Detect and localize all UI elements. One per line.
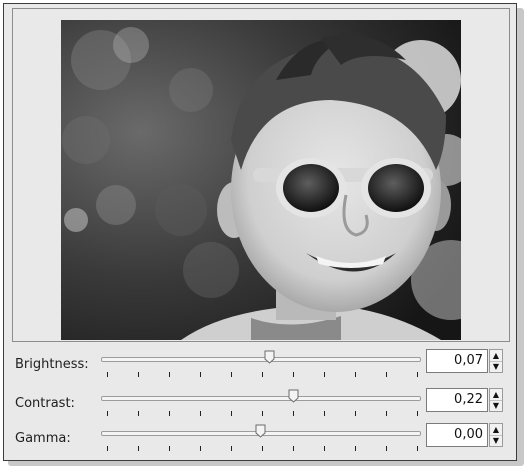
gamma-spinbox: 0,00 ▲ ▼ (426, 423, 508, 447)
gamma-label: Gamma: (15, 431, 71, 446)
gamma-spin-buttons: ▲ ▼ (489, 423, 503, 447)
contrast-spin-buttons: ▲ ▼ (489, 388, 503, 412)
preview-image (61, 20, 461, 340)
brightness-slider-ticks (107, 372, 418, 378)
brightness-spin-buttons: ▲ ▼ (489, 349, 503, 373)
brightness-spinbox: 0,07 ▲ ▼ (426, 349, 508, 373)
spin-down-arrow-icon[interactable]: ▼ (490, 435, 502, 446)
contrast-row: Contrast: 0,22 ▲ ▼ (4, 388, 518, 424)
contrast-slider-track[interactable] (101, 396, 421, 401)
preview-frame (12, 8, 510, 342)
contrast-slider-handle[interactable] (288, 389, 299, 403)
contrast-label: Contrast: (15, 396, 75, 411)
gamma-slider-ticks (107, 446, 418, 452)
brightness-slider-track[interactable] (101, 357, 421, 362)
gamma-value-input[interactable]: 0,00 (426, 423, 488, 447)
brightness-row: Brightness: 0,07 ▲ ▼ (4, 349, 518, 385)
gamma-slider-handle[interactable] (255, 424, 266, 438)
brightness-label: Brightness: (15, 357, 89, 372)
spin-down-arrow-icon[interactable]: ▼ (490, 361, 502, 372)
spin-down-arrow-icon[interactable]: ▼ (490, 400, 502, 411)
adjustment-dialog: Brightness: 0,07 ▲ ▼ Contrast: 0,22 ▲ ▼ … (3, 3, 517, 461)
gamma-row: Gamma: 0,00 ▲ ▼ (4, 423, 518, 459)
contrast-slider-ticks (107, 411, 418, 417)
brightness-slider-handle[interactable] (264, 350, 275, 364)
contrast-value-input[interactable]: 0,22 (426, 388, 488, 412)
child-photo-image (61, 20, 461, 340)
contrast-spinbox: 0,22 ▲ ▼ (426, 388, 508, 412)
brightness-value-input[interactable]: 0,07 (426, 349, 488, 373)
